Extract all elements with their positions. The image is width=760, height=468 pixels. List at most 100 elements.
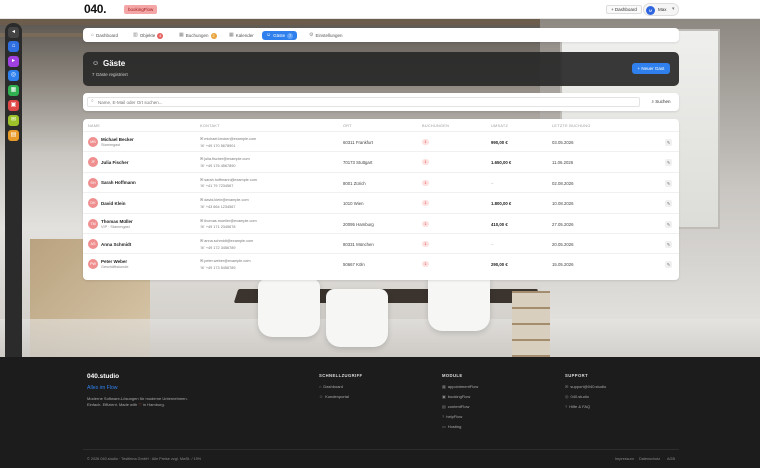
footer-link[interactable]: ▭ Hosting [442, 424, 461, 429]
nav-tabs: ⌂ Dashboard ▥ Objekte 4 ▦ Buchungen 2 ▦ Kalend… [83, 28, 679, 42]
guest-revenue: 290,00 € [491, 262, 508, 268]
table-row[interactable]: MB Michael Becker Stammgast ✉ michael.becke… [83, 131, 679, 151]
gear-icon: ⚙ [309, 32, 314, 38]
bookings-count: 1 [422, 261, 429, 268]
home-icon[interactable]: ⌂ [8, 41, 19, 52]
column-header[interactable]: NAME [88, 124, 100, 128]
guest-phone[interactable]: ☏ +49 176 4567890 [200, 163, 235, 168]
edit-icon[interactable]: ✎ [665, 220, 672, 228]
user-name: Max [658, 7, 667, 12]
guest-name[interactable]: Anna Schmidt [101, 242, 131, 247]
footer-col-title: MODULE [442, 373, 463, 378]
bookings-count: 1 [422, 200, 429, 207]
last-booking-date: 27.05.2026 [552, 221, 574, 227]
bookings-count: 1 [422, 241, 429, 247]
globe-icon[interactable]: ◎ [8, 70, 19, 81]
footer-link-datenschutz[interactable]: Datenschutz [639, 457, 660, 461]
calendar-icon[interactable]: ▦ [8, 85, 19, 96]
calendar-icon: ▦ [229, 32, 234, 38]
column-header: UMSATZ [491, 124, 509, 128]
avatar: PW [88, 259, 98, 270]
edit-icon[interactable]: ✎ [665, 241, 672, 248]
video-icon[interactable]: ▸ [8, 56, 19, 67]
building-icon: ▥ [133, 32, 138, 38]
booking-icon: ▣ [442, 394, 446, 399]
logo[interactable]: 040. [84, 2, 106, 16]
table-row[interactable]: DK David Klein ✉ david.klein@example.com ☏ … [83, 192, 679, 212]
edit-icon[interactable]: ✎ [665, 179, 672, 187]
guest-email[interactable]: ✉ julia.fischer@example.com [200, 156, 250, 161]
bookings-count: 1 [422, 179, 429, 186]
table-row[interactable]: JF Julia Fischer ✉ julia.fischer@example.c… [83, 151, 679, 171]
footer-link[interactable]: ✉ support@040.studio [565, 384, 606, 389]
file-icon[interactable]: ▤ [8, 130, 19, 141]
booking-icon[interactable]: ▣ [8, 100, 19, 111]
table-row[interactable]: SH Sarah Hoffmann ✉ sarah.hoffmann@example… [83, 171, 679, 192]
footer-link[interactable]: ☺ Kundenportal [319, 394, 349, 399]
footer-link-impressum[interactable]: Impressum [615, 457, 634, 461]
guest-name[interactable]: Michael Becker [101, 137, 134, 142]
new-guest-button[interactable]: + Neuer Gast [632, 63, 670, 74]
guest-city: 20095 Hamburg [343, 221, 374, 227]
server-icon: ▭ [442, 424, 446, 429]
guest-city: 60311 Frankfurt [343, 140, 374, 145]
guest-phone[interactable]: ☏ +49 170 5678901 [200, 143, 235, 148]
guest-tag: VIP · Stammgast [101, 224, 130, 229]
app-badge: bookingFlow [124, 5, 158, 14]
last-booking-date: 03.05.2026 [552, 140, 574, 145]
edit-icon[interactable]: ✎ [665, 200, 672, 208]
footer-link[interactable]: ? Hilfe & FAQ [565, 404, 590, 409]
search-input[interactable] [87, 97, 640, 107]
collapse-icon[interactable]: ◂ [8, 27, 19, 38]
footer-link[interactable]: ▣ bookingFlow [442, 394, 470, 399]
guest-name[interactable]: David Klein [101, 201, 126, 206]
guest-email[interactable]: ✉ david.klein@example.com [200, 197, 249, 202]
table-row[interactable]: PW Peter Weber Geschäftskunde ✉ peter.weber… [83, 253, 679, 273]
guest-city: 1010 Wien [343, 201, 364, 207]
calendar-icon: ▦ [442, 384, 446, 389]
guest-email[interactable]: ✉ michael.becker@example.com [200, 136, 256, 141]
globe-icon: ◎ [565, 394, 569, 399]
avatar: MB [88, 137, 98, 147]
user-menu[interactable]: M Max ▾ [643, 3, 679, 16]
footer-link[interactable]: ? helpFlow [442, 414, 462, 419]
footer-link-agb[interactable]: AGB [667, 457, 675, 461]
guest-name[interactable]: Thomas Müller [101, 219, 133, 224]
home-icon: ⌂ [319, 384, 322, 389]
guest-phone[interactable]: ☏ +49 171 2345678 [200, 224, 235, 229]
guest-name[interactable]: Julia Fischer [101, 160, 129, 165]
guest-name[interactable]: Peter Weber [101, 259, 127, 264]
avatar: JF [88, 157, 98, 168]
guest-email[interactable]: ✉ sarah.hoffmann@example.com [200, 177, 257, 182]
edit-icon[interactable]: ✎ [665, 139, 672, 146]
tab-dashboard[interactable]: ⌂ Dashboard [91, 31, 118, 40]
edit-icon[interactable]: ✎ [665, 261, 672, 269]
footer-link[interactable]: ◎ 040.studio [565, 394, 589, 399]
mail-icon[interactable]: ✉ [8, 115, 19, 126]
column-header: ORT [343, 124, 352, 128]
tab-buchungen[interactable]: ▦ Buchungen 2 [179, 31, 217, 40]
search-button[interactable]: ⌕ Suchen [647, 97, 675, 107]
guest-phone[interactable]: ☏ +41 79 7234567 [200, 183, 233, 188]
guest-email[interactable]: ✉ peter.weber@example.com [200, 258, 251, 263]
footer-link[interactable]: ▤ contentFlow [442, 404, 469, 409]
users-icon: ☺ [92, 60, 100, 67]
guest-phone[interactable]: ☏ +49 173 5456789 [200, 265, 235, 270]
tab-kalender[interactable]: ▦ Kalender [229, 31, 254, 40]
guest-phone[interactable]: ☏ +43 664 1234567 [200, 204, 235, 209]
edit-icon[interactable]: ✎ [665, 159, 672, 167]
guest-email[interactable]: ✉ anna.schmidt@example.com [200, 238, 253, 243]
guest-phone[interactable]: ☏ +49 172 3456789 [200, 245, 235, 250]
guest-email[interactable]: ✉ thomas.mueller@example.com [200, 218, 257, 223]
table-row[interactable]: TM Thomas Müller VIP · Stammgast ✉ thomas.m… [83, 212, 679, 233]
tab-gaeste[interactable]: ☺ Gäste 7 [262, 31, 298, 40]
guest-name[interactable]: Sarah Hoffmann [101, 180, 136, 185]
home-icon: ⌂ [91, 32, 95, 38]
tab-einstellungen[interactable]: ⚙ Einstellungen [309, 31, 343, 40]
tab-objekte[interactable]: ▥ Objekte 4 [133, 31, 164, 40]
guest-city: 70173 Stuttgart [343, 160, 373, 166]
table-row[interactable]: AS Anna Schmidt ✉ anna.schmidt@example.com… [83, 233, 679, 253]
footer-link[interactable]: ⌂ Dashboard [319, 384, 343, 389]
dashboard-button[interactable]: + Dashboard [606, 5, 642, 14]
footer-link[interactable]: ▦ appointmentFlow [442, 384, 478, 389]
